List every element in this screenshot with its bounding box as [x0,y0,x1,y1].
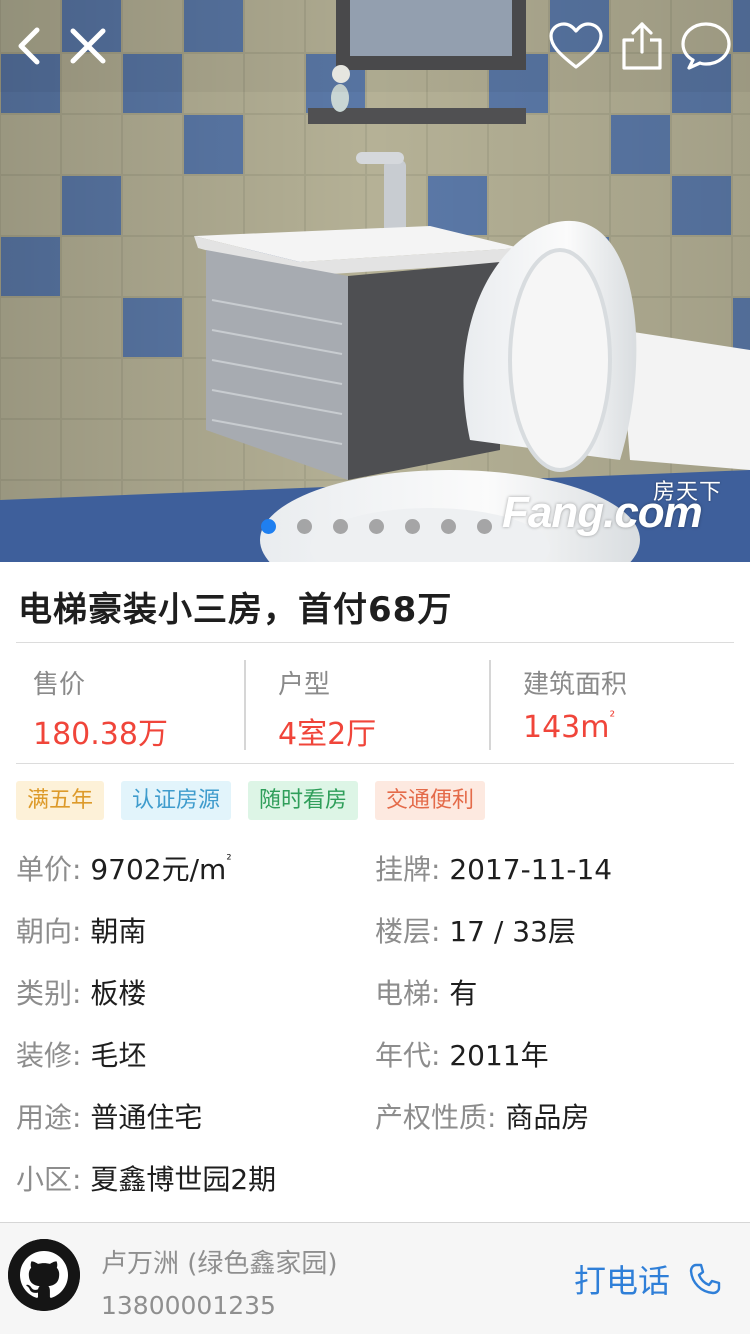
stat-label: 户型 [278,670,331,700]
divider [16,763,734,764]
close-icon [70,28,106,64]
detail-value: 商品房 [505,1101,590,1134]
agent-name: 卢万洲 (绿色鑫家园) [101,1249,338,1279]
tag-verified: 认证房源 [121,781,232,820]
stat-price: 售价 180.38万 [16,660,244,752]
detail-key: 小区: [16,1163,82,1196]
share-icon [622,22,662,70]
stat-label: 建筑面积 [523,670,628,700]
stat-area: 建筑面积 143m² [489,660,734,750]
detail-row: 装修: 毛坯 年代: 2011年 [16,1034,734,1084]
tag-view-anytime: 随时看房 [248,781,359,820]
agent-phone: 13800001235 [101,1291,276,1320]
detail-value: 普通住宅 [90,1101,203,1134]
back-button[interactable] [0,16,60,76]
detail-key: 朝向: [16,915,82,948]
chevron-left-icon [18,27,40,65]
detail-value: 朝南 [90,915,147,948]
detail-value: 9702元/m² [90,853,231,886]
agent-contact-bar: 卢万洲 (绿色鑫家园) 13800001235 打电话 [0,1222,750,1334]
feature-tags: 满五年 认证房源 随时看房 交通便利 [16,781,486,820]
favorite-button[interactable] [546,16,606,76]
stat-layout: 户型 4室2厅 [244,660,489,752]
detail-key: 产权性质: [375,1101,497,1134]
detail-row: 单价: 9702元/m² 挂牌: 2017-11-14 [16,848,734,898]
unit-price-number: 9702元/m [90,853,227,886]
stat-value: 143m² [523,709,734,745]
stat-value: 180.38万 [33,717,168,752]
detail-key: 挂牌: [375,853,441,886]
detail-floor: 楼层: 17 / 33层 [375,910,576,950]
stat-value: 4室2厅 [278,717,377,752]
detail-value: 2017-11-14 [449,853,613,886]
share-button[interactable] [612,16,672,76]
detail-value: 2011年 [449,1039,549,1072]
call-button[interactable]: 打电话 [574,1257,722,1301]
chat-bubble-icon [681,22,731,70]
divider [16,642,734,643]
chat-button[interactable] [676,16,736,76]
detail-row: 类别: 板楼 电梯: 有 [16,972,734,1022]
gallery-pagination[interactable] [0,519,750,537]
pagination-dot[interactable] [333,519,348,534]
detail-orientation: 朝向: 朝南 [16,910,146,950]
detail-building-type: 类别: 板楼 [16,972,146,1012]
photo-gallery[interactable]: 房天下 Fang.com [0,0,750,562]
pagination-dot[interactable] [405,519,420,534]
detail-usage: 用途: 普通住宅 [16,1096,202,1136]
call-label: 打电话 [574,1262,671,1300]
detail-listed-date: 挂牌: 2017-11-14 [375,848,612,888]
detail-elevator: 电梯: 有 [375,972,477,1012]
tag-convenient-transport: 交通便利 [375,781,486,820]
detail-ownership: 产权性质: 商品房 [375,1096,589,1136]
stat-label: 售价 [33,670,86,700]
tag-over-five-years: 满五年 [16,781,105,820]
detail-row: 用途: 普通住宅 产权性质: 商品房 [16,1096,734,1146]
pagination-dot[interactable] [441,519,456,534]
stat-area-number: 143m [523,710,610,745]
phone-icon [689,1263,721,1295]
detail-key: 年代: [375,1039,441,1072]
unit-price-sup: ² [226,853,232,868]
heart-icon [549,22,603,69]
listing-title: 电梯豪装小三房，首付68万 [18,590,453,630]
avatar[interactable] [8,1239,80,1311]
pagination-dot[interactable] [369,519,384,534]
stat-area-unit-sup: ² [609,709,616,725]
detail-value: 毛坯 [90,1039,147,1072]
detail-key: 楼层: [375,915,441,948]
detail-value: 板楼 [90,977,147,1010]
detail-key: 类别: [16,977,82,1010]
detail-key: 装修: [16,1039,82,1072]
detail-row: 朝向: 朝南 楼层: 17 / 33层 [16,910,734,960]
pagination-dot[interactable] [297,519,312,534]
pagination-dot[interactable] [477,519,492,534]
github-octocat-icon [8,1239,80,1311]
detail-key: 电梯: [375,977,441,1010]
detail-year: 年代: 2011年 [375,1034,549,1074]
detail-key: 用途: [16,1101,82,1134]
detail-row: 小区: 夏鑫博世园2期 [16,1158,734,1208]
pagination-dot[interactable] [261,519,276,534]
detail-decoration: 装修: 毛坯 [16,1034,146,1074]
close-button[interactable] [58,16,118,76]
detail-unit-price: 单价: 9702元/m² [16,848,232,888]
detail-community[interactable]: 小区: 夏鑫博世园2期 [16,1158,276,1198]
key-stats: 售价 180.38万 户型 4室2厅 建筑面积 143m² [16,660,734,752]
detail-value: 有 [449,977,478,1010]
detail-value: 17 / 33层 [449,915,576,948]
detail-key: 单价: [16,853,82,886]
detail-value: 夏鑫博世园2期 [90,1163,277,1196]
